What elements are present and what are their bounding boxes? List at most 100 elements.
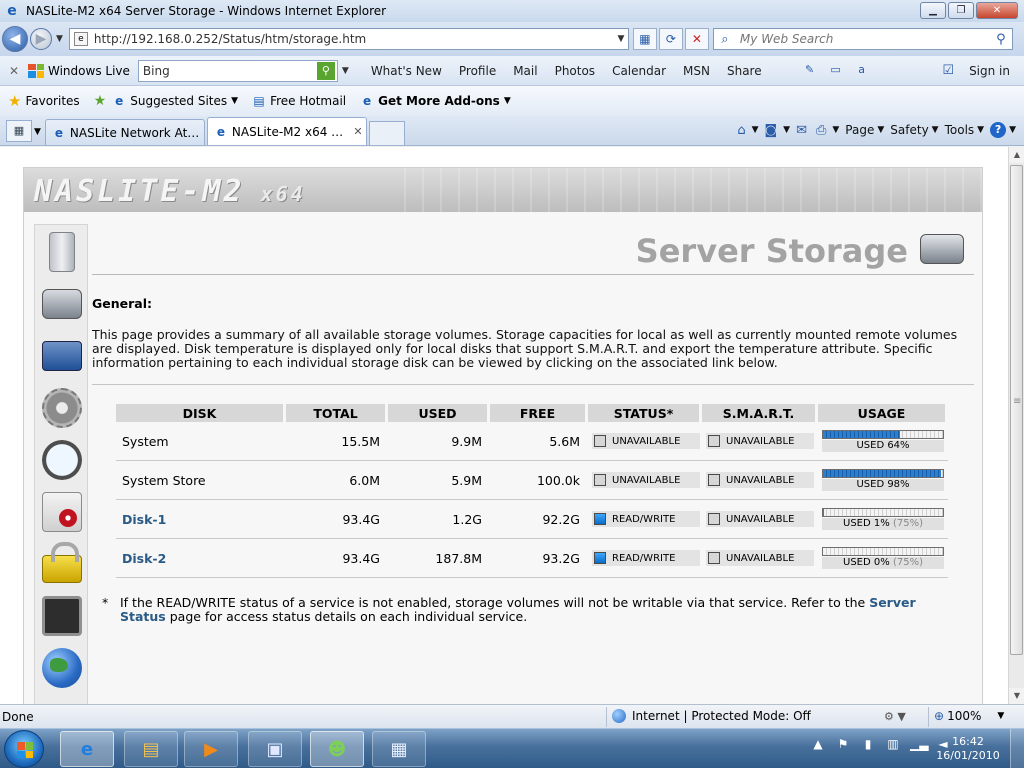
sidebar-server-status[interactable] — [38, 229, 86, 275]
address-dropdown-icon[interactable]: ▼ — [614, 34, 628, 44]
disk-1-link[interactable]: Disk-1 — [122, 512, 166, 527]
taskbar-internet-explorer[interactable]: e — [60, 731, 114, 767]
read-mail-button[interactable]: ✉ — [796, 123, 810, 138]
add-to-favorites-icon[interactable]: ★ — [94, 93, 107, 109]
sidebar-settings[interactable] — [38, 385, 86, 431]
help-button[interactable]: ? ▼ — [990, 122, 1016, 138]
ie-icon: e — [80, 738, 94, 760]
bing-search-box[interactable]: ⚲ — [137, 59, 338, 82]
live-link-profile[interactable]: Profile — [459, 64, 496, 78]
naslite-logo: NASLITE-M2 x64 — [34, 174, 306, 209]
toolbar-close-icon[interactable]: ✕ — [0, 64, 28, 78]
close-button[interactable]: ✕ — [976, 2, 1018, 19]
taskbar-explorer[interactable]: ▤ — [124, 731, 178, 767]
action-center-icon[interactable]: ⚑ — [835, 737, 851, 751]
title-bar: e NASLite-M2 x64 Server Storage - Window… — [0, 0, 1024, 22]
live-link-whats-new[interactable]: What's New — [371, 64, 442, 78]
page-title: Server Storage — [635, 232, 908, 270]
fav-free-hotmail[interactable]: ▤ Free Hotmail — [252, 94, 346, 108]
new-tab-button[interactable] — [368, 121, 405, 145]
highlight-icon[interactable]: ▭ — [827, 63, 845, 79]
fav-get-more-addons[interactable]: e Get More Add-ons ▼ — [360, 94, 511, 108]
sidebar-network[interactable] — [38, 333, 86, 379]
live-link-share[interactable]: Share — [727, 64, 762, 78]
share-icon[interactable]: ✎ — [801, 63, 819, 79]
bing-search-input[interactable] — [138, 63, 317, 78]
messenger-icon[interactable]: ☑ — [942, 63, 954, 78]
scroll-down-icon[interactable]: ▼ — [1009, 688, 1024, 704]
windows-live-logo[interactable]: Windows Live — [28, 63, 130, 78]
search-icon[interactable]: ⚲ — [990, 32, 1012, 47]
quick-tabs-icon[interactable]: ▦ — [6, 120, 32, 142]
web-search-input[interactable] — [735, 32, 990, 46]
show-desktop-button[interactable] — [1010, 729, 1024, 768]
taskbar-document[interactable]: ▦ — [372, 731, 426, 767]
sign-in-link[interactable]: Sign in — [969, 64, 1010, 78]
back-button[interactable]: ◀ — [2, 26, 28, 52]
col-usage: USAGE — [818, 404, 948, 422]
table-header-row: DISK TOTAL USED FREE STATUS* S.M.A.R.T. … — [116, 404, 948, 422]
url-text[interactable]: http://192.168.0.252/Status/htm/storage.… — [94, 32, 614, 46]
taskbar-network[interactable]: ▣ — [248, 731, 302, 767]
sidebar-media[interactable] — [38, 489, 86, 535]
live-link-calendar[interactable]: Calendar — [612, 64, 666, 78]
sidebar-terminal[interactable] — [38, 593, 86, 639]
security-zone[interactable]: Internet | Protected Mode: Off — [612, 709, 811, 723]
network-tray-icon[interactable]: ▥ — [885, 737, 901, 751]
recent-pages-dropdown[interactable]: ▼ — [56, 34, 63, 44]
smart-indicator-icon — [708, 552, 720, 564]
clock[interactable]: 16:42 16/01/2010 — [936, 735, 1000, 763]
scroll-up-icon[interactable]: ▲ — [1009, 147, 1024, 163]
sidebar-storage[interactable] — [38, 281, 86, 327]
bing-go-icon[interactable]: ⚲ — [316, 61, 335, 80]
sidebar-search[interactable] — [38, 437, 86, 483]
page-menu[interactable]: Page ▼ — [845, 123, 884, 137]
tray-expand-icon[interactable]: ▲ — [810, 737, 826, 751]
tools-menu[interactable]: Tools ▼ — [945, 123, 984, 137]
fav-suggested-sites[interactable]: e Suggested Sites ▼ — [112, 94, 238, 108]
maximize-button[interactable]: ❐ — [948, 2, 974, 19]
taskbar: e ▤ ▶ ▣ ☻ ▦ ▲ ⚑ ▮ ▥ ▁▃ ◄ 16:42 16/01/201… — [0, 728, 1024, 768]
home-button[interactable]: ⌂ ▼ — [737, 123, 758, 138]
live-link-msn[interactable]: MSN — [683, 64, 710, 78]
bing-dropdown-icon[interactable]: ▼ — [342, 66, 349, 76]
status-bar: Done Internet | Protected Mode: Off ⚙ ▼ … — [0, 704, 1024, 728]
feeds-button[interactable]: ◙ ▼ — [765, 123, 791, 138]
tab-close-icon[interactable]: ✕ — [350, 125, 366, 138]
vertical-scrollbar[interactable]: ▲ ▼ — [1008, 147, 1024, 704]
sidebar-internet[interactable] — [38, 645, 86, 691]
signal-icon[interactable]: ▁▃ — [910, 737, 928, 751]
address-box[interactable]: e http://192.168.0.252/Status/htm/storag… — [68, 28, 629, 50]
disk-free: 92.2G — [490, 500, 588, 539]
forward-button[interactable]: ▶ — [30, 28, 52, 50]
tab-server-storage[interactable]: e NASLite-M2 x64 Server ... ✕ — [206, 117, 367, 145]
translate-icon[interactable]: a — [853, 63, 871, 79]
refresh-icon[interactable]: ⟳ — [658, 28, 683, 50]
usage-label: USED 98% — [822, 479, 944, 491]
web-search-box[interactable]: ⌕ ⚲ — [712, 28, 1013, 50]
tab-list-dropdown[interactable]: ▼ — [34, 127, 41, 137]
safety-menu[interactable]: Safety ▼ — [890, 123, 938, 137]
compatibility-view-icon[interactable]: ▦ — [632, 28, 657, 50]
sidebar-security[interactable] — [38, 541, 86, 587]
live-link-mail[interactable]: Mail — [513, 64, 537, 78]
search-provider-icon: ⌕ — [721, 31, 729, 47]
col-used: USED — [388, 404, 490, 422]
stop-icon[interactable]: ✕ — [684, 28, 709, 50]
scroll-thumb[interactable] — [1010, 165, 1023, 655]
favorites-button[interactable]: ★ Favorites — [8, 92, 80, 110]
taskbar-messenger[interactable]: ☻ — [310, 731, 364, 767]
status-tools-icon[interactable]: ⚙ ▼ — [884, 710, 906, 723]
usb-icon[interactable]: ▮ — [860, 737, 876, 751]
disk-2-link[interactable]: Disk-2 — [122, 551, 166, 566]
start-button[interactable] — [4, 730, 44, 768]
zoom-control[interactable]: ⊕ 100% ▼ — [934, 709, 1004, 723]
disk-status: READ/WRITE — [588, 539, 702, 578]
table-row: System Store 6.0M 5.9M 100.0k UNAVAILABL… — [116, 461, 948, 500]
print-button[interactable]: ⎙ ▼ — [816, 123, 839, 138]
live-link-photos[interactable]: Photos — [555, 64, 595, 78]
minimize-button[interactable]: ▁ — [920, 2, 946, 19]
tab-naslite-network[interactable]: e NASLite Network Attached... — [44, 119, 205, 145]
padlock-icon — [42, 542, 82, 583]
taskbar-media-player[interactable]: ▶ — [184, 731, 238, 767]
